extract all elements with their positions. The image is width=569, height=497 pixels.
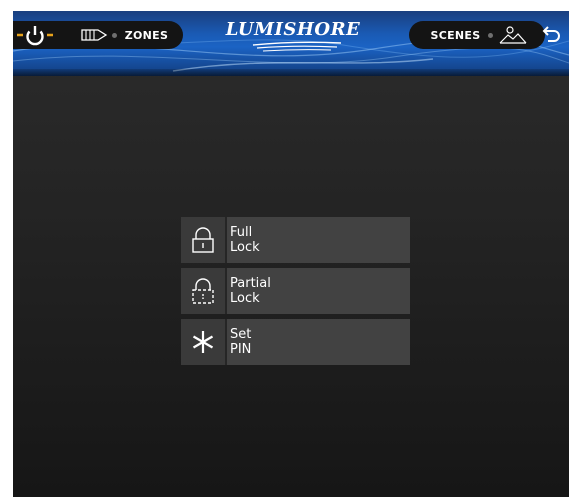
- power-icon: [17, 26, 53, 46]
- scenes-dot: [488, 32, 494, 38]
- zones-button[interactable]: ZONES: [69, 21, 179, 49]
- menu-label-line2: Lock: [230, 291, 260, 306]
- partial-lock-button[interactable]: Partial Lock: [181, 268, 410, 314]
- power-button[interactable]: [13, 21, 57, 49]
- zones-dot: [111, 32, 117, 38]
- lock-icon: [192, 227, 214, 253]
- partial-lock-label-cell: Partial Lock: [227, 268, 410, 314]
- partial-lock-icon: [192, 278, 214, 304]
- menu-label-line1: Full: [230, 225, 253, 240]
- lumishore-logo: LUMISHORE: [223, 19, 363, 59]
- menu-label-line1: Set: [230, 327, 252, 342]
- set-pin-label-cell: Set PIN: [227, 319, 410, 365]
- landscape-icon: [500, 26, 527, 44]
- header-bar: ZONES LUMISHORE SCENES: [13, 11, 569, 76]
- header-shade: [13, 69, 569, 76]
- scenes-button[interactable]: SCENES: [417, 21, 541, 49]
- full-lock-button[interactable]: Full Lock: [181, 217, 410, 263]
- asterisk-icon: [192, 331, 214, 353]
- scenes-label: SCENES: [430, 28, 481, 42]
- back-button[interactable]: [533, 21, 569, 49]
- menu-label-line1: Partial: [230, 276, 271, 291]
- logo-swoosh: [252, 41, 342, 52]
- app-screen: ZONES LUMISHORE SCENES Full Lock Partial…: [13, 11, 569, 497]
- partial-lock-icon-cell: [181, 268, 225, 314]
- lock-menu: Full Lock Partial Lock Set PIN: [181, 217, 410, 370]
- full-lock-label-cell: Full Lock: [227, 217, 410, 263]
- back-arrow-icon: [542, 26, 560, 42]
- zones-label: ZONES: [124, 28, 169, 42]
- full-lock-icon-cell: [181, 217, 225, 263]
- boat-icon: [81, 29, 107, 41]
- menu-label-line2: PIN: [230, 342, 252, 357]
- set-pin-button[interactable]: Set PIN: [181, 319, 410, 365]
- set-pin-icon-cell: [181, 319, 225, 365]
- menu-label-line2: Lock: [230, 240, 260, 255]
